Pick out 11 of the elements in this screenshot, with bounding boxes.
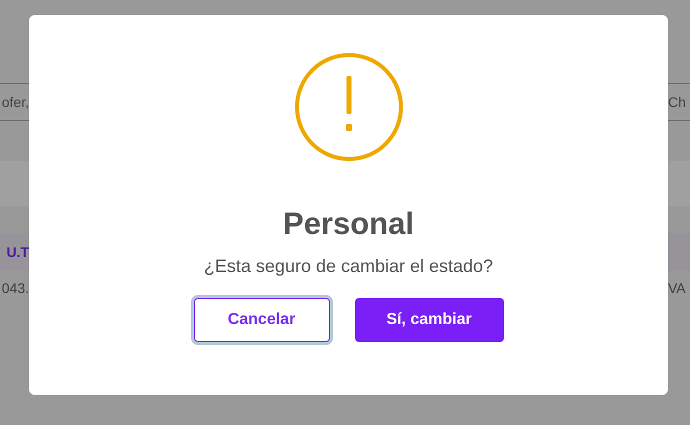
table-header-row — [0, 161, 29, 206]
confirm-button[interactable]: Sí, cambiar — [354, 298, 504, 342]
search-field[interactable]: Ch — [668, 83, 690, 121]
table-link[interactable]: U.T — [6, 244, 29, 260]
table-cell: VA — [668, 280, 686, 296]
dialog-title: Personal — [283, 206, 414, 242]
warning-icon — [294, 52, 404, 162]
table-cell: 043. — [2, 280, 29, 296]
table-row — [668, 233, 690, 271]
table-header-row — [668, 161, 690, 206]
dialog-message: ¿Esta seguro de cambiar el estado? — [204, 255, 494, 278]
